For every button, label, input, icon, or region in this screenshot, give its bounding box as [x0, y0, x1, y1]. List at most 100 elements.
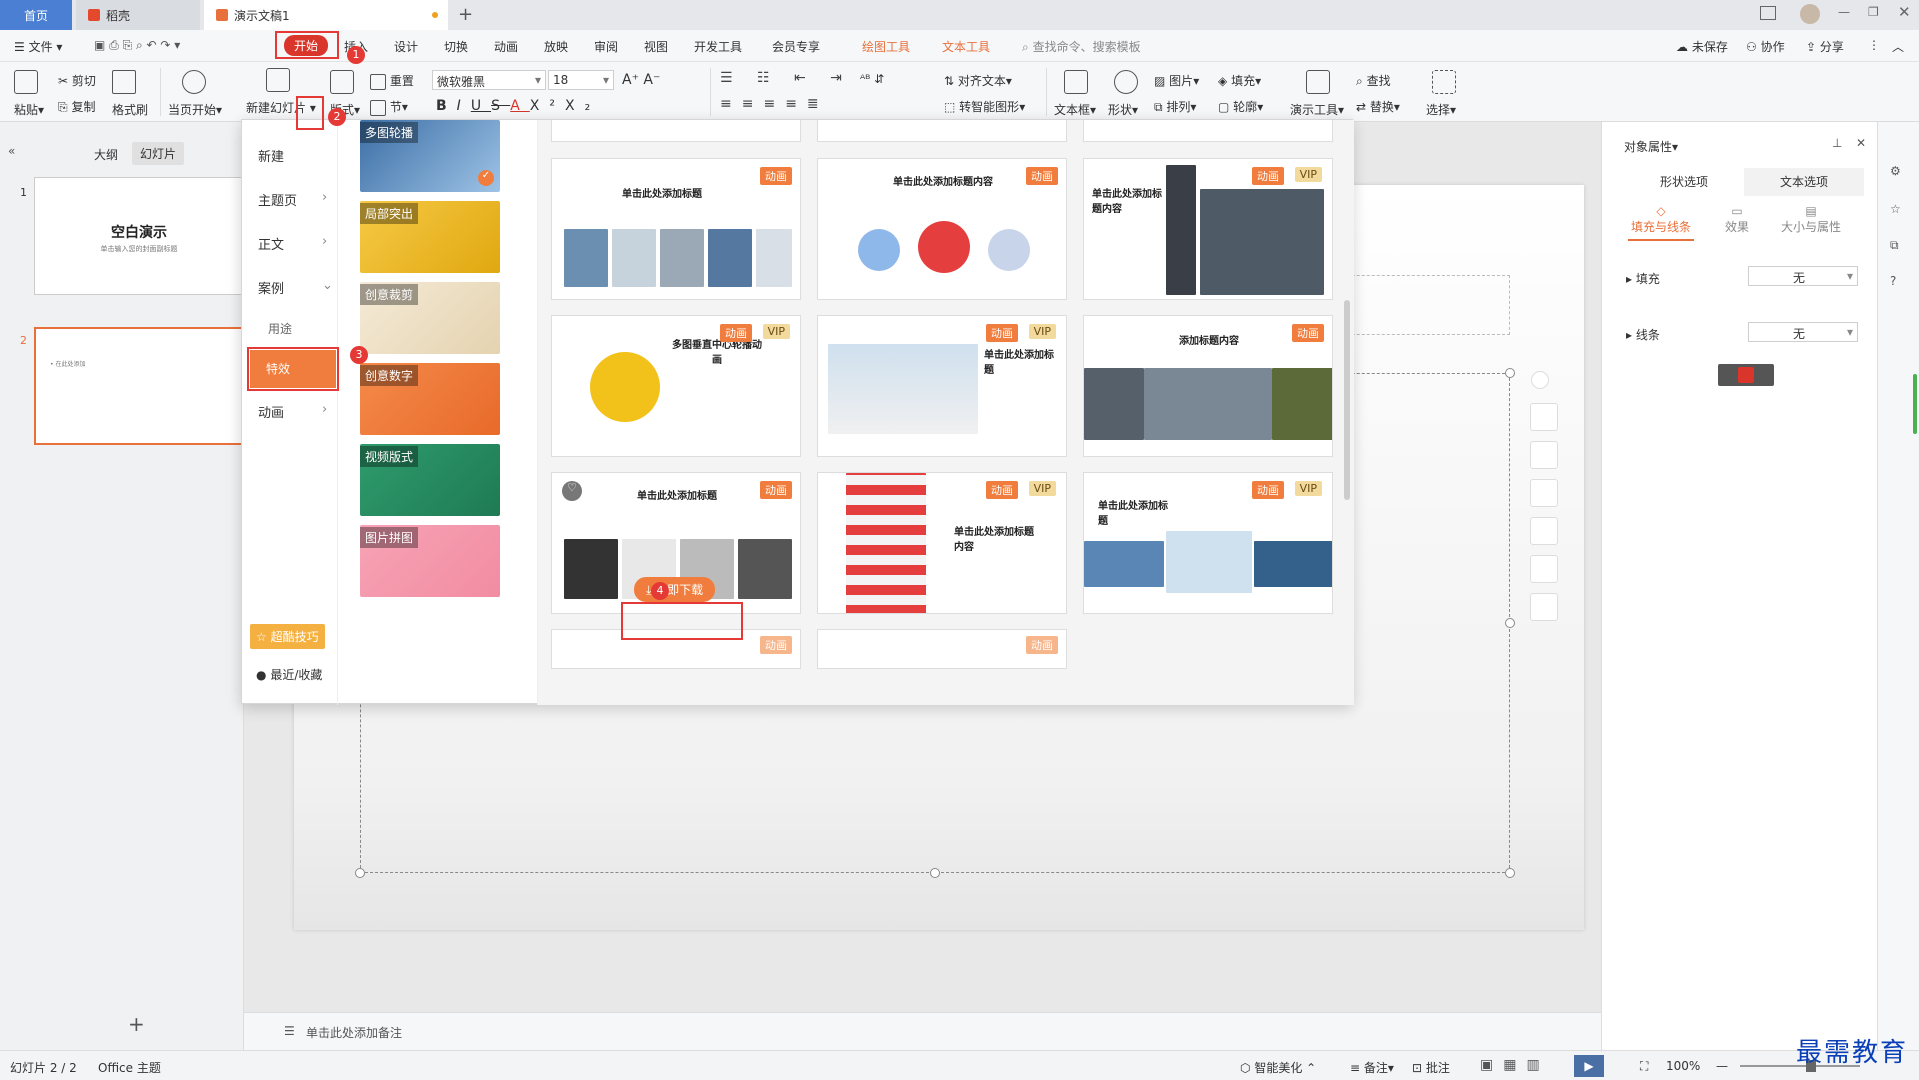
- resize-handle[interactable]: [1505, 868, 1515, 878]
- scrollbar[interactable]: [1913, 374, 1917, 434]
- menu-drawing-tools[interactable]: 绘图工具: [862, 38, 910, 55]
- menu-review[interactable]: 审阅: [594, 38, 618, 55]
- window-layout-icon[interactable]: [1760, 6, 1776, 20]
- tab-shape-options[interactable]: 形状选项: [1624, 168, 1744, 196]
- new-tab-icon[interactable]: +: [458, 4, 473, 25]
- menu-view[interactable]: 视图: [644, 38, 668, 55]
- find-button[interactable]: ⌕ 查找: [1356, 72, 1391, 89]
- wps-ime-icon[interactable]: [1718, 364, 1774, 386]
- nav-body[interactable]: 正文 ›: [258, 234, 327, 253]
- line-select[interactable]: 无 ▾: [1748, 322, 1858, 342]
- menu-text-tools[interactable]: 文本工具: [942, 38, 990, 55]
- category-multi-carousel[interactable]: 多图轮播 ✓: [360, 120, 500, 192]
- resize-handle[interactable]: [1505, 618, 1515, 628]
- download-button[interactable]: ⤓ 立即下载: [634, 577, 716, 602]
- resize-handle[interactable]: [355, 868, 365, 878]
- template-card-partial[interactable]: [817, 120, 1067, 142]
- share-button[interactable]: ⇪ 分享: [1806, 38, 1844, 55]
- fill-select[interactable]: 无 ▾: [1748, 266, 1858, 286]
- close-icon[interactable]: ✕: [1898, 3, 1911, 21]
- nav-new[interactable]: 新建: [258, 146, 284, 165]
- menu-member[interactable]: 会员专享: [772, 38, 820, 55]
- menu-file[interactable]: ☰ 文件 ▾: [14, 38, 62, 55]
- menu-slideshow[interactable]: 放映: [544, 38, 568, 55]
- template-card[interactable]: 单击此处添加标题 动画 VIP: [817, 315, 1067, 457]
- resize-handle[interactable]: [930, 868, 940, 878]
- frame-icon[interactable]: [1530, 517, 1558, 545]
- minus-icon[interactable]: [1531, 371, 1549, 389]
- nav-theme[interactable]: 主题页 ›: [258, 190, 327, 209]
- template-card[interactable]: 单击此处添加标题内容 动画 VIP: [817, 472, 1067, 614]
- grow-font-icon[interactable]: A⁺ A⁻: [622, 72, 660, 88]
- category-partial-highlight[interactable]: 局部突出: [360, 201, 500, 273]
- arrange-button[interactable]: ⧉ 排列▾: [1154, 98, 1196, 115]
- menu-animation[interactable]: 动画: [494, 38, 518, 55]
- font-style-buttons[interactable]: BIUSAX²X₂: [436, 98, 600, 114]
- copy-button[interactable]: ⎘ 复制: [58, 98, 95, 115]
- menu-transition[interactable]: 切换: [444, 38, 468, 55]
- font-size-select[interactable]: 18 ▾: [548, 70, 614, 90]
- avatar[interactable]: [1800, 4, 1820, 24]
- template-card-partial[interactable]: [1083, 120, 1333, 142]
- align-buttons[interactable]: ≡≡≡≡≣: [720, 96, 829, 112]
- minimize-icon[interactable]: —: [1838, 5, 1850, 19]
- resize-handle[interactable]: [1505, 368, 1515, 378]
- gallery-scrollbar[interactable]: [1344, 300, 1350, 500]
- subtab-size[interactable]: ▤ 大小与属性: [1768, 204, 1854, 235]
- template-card[interactable]: 单击此处添加标题 动画: [551, 158, 801, 300]
- font-select[interactable]: 微软雅黑 ▾: [432, 70, 546, 90]
- play-button[interactable]: ▶: [1574, 1055, 1604, 1077]
- maximize-icon[interactable]: ❐: [1868, 5, 1879, 19]
- section-button[interactable]: 节▾: [370, 98, 408, 116]
- line-section[interactable]: ▸ 线条: [1626, 326, 1660, 343]
- textbox-button[interactable]: 文本框▾: [1054, 70, 1096, 118]
- smartart-button[interactable]: ⬚ 转智能图形▾: [944, 98, 1025, 115]
- category-creative-crop[interactable]: 创意裁剪: [360, 282, 500, 354]
- reset-button[interactable]: 重置: [370, 72, 414, 90]
- nav-usage[interactable]: 用途: [268, 320, 292, 337]
- align-text-button[interactable]: ⇅ 对齐文本▾: [944, 72, 1012, 89]
- fit-icon[interactable]: ⛶: [1640, 1059, 1648, 1074]
- unsaved-button[interactable]: ☁ 未保存: [1676, 38, 1728, 55]
- beautify-button[interactable]: ⬡ 智能美化 ⌃: [1240, 1059, 1316, 1076]
- collapse-ribbon-icon[interactable]: ︿: [1892, 38, 1904, 55]
- template-card[interactable]: 多图垂直中心轮播动画 动画 VIP: [551, 315, 801, 457]
- quick-access-icons[interactable]: ▣ ⎙ ⎘ ⌕ ↶ ↷ ▾: [94, 38, 180, 53]
- eraser-icon[interactable]: [1530, 479, 1558, 507]
- collab-button[interactable]: ⚇ 协作: [1746, 38, 1785, 55]
- slide-thumb-2[interactable]: • 在此处添加: [34, 327, 244, 445]
- present-tools-button[interactable]: 演示工具▾: [1290, 70, 1344, 118]
- list-buttons[interactable]: ☰ ☷ ⇤ ⇥: [720, 70, 852, 86]
- template-card[interactable]: 单击此处添加标题 动画 VIP: [1083, 472, 1333, 614]
- tab-home[interactable]: 首页: [0, 0, 72, 30]
- text-direction-icon[interactable]: ᴬᴮ ⇵: [860, 72, 884, 86]
- replace-button[interactable]: ⇄ 替换▾: [1356, 98, 1400, 115]
- slide-thumb-1[interactable]: 空白演示 单击输入您的封面副标题: [34, 177, 244, 295]
- tab-text-options[interactable]: 文本选项: [1744, 168, 1864, 196]
- play-from-current-button[interactable]: 当页开始▾: [168, 70, 222, 118]
- nav-case[interactable]: 案例 ⌄: [258, 278, 333, 297]
- category-picture-puzzle[interactable]: 图片拼图: [360, 525, 500, 597]
- template-card-partial[interactable]: 动画: [817, 629, 1067, 669]
- help-icon[interactable]: ?: [1890, 274, 1896, 288]
- subtab-effect[interactable]: ▭ 效果: [1712, 204, 1762, 235]
- view-buttons[interactable]: ▣▦▥: [1480, 1057, 1550, 1073]
- notes-toggle[interactable]: ≡ 备注▾: [1350, 1059, 1394, 1076]
- bulb-icon[interactable]: [1530, 555, 1558, 583]
- pin-icon[interactable]: ⊥: [1832, 136, 1842, 150]
- nav-animation[interactable]: 动画 ›: [258, 402, 327, 421]
- fill-section[interactable]: ▸ 填充: [1626, 270, 1660, 287]
- tips-button[interactable]: ☆ 超酷技巧: [250, 624, 325, 649]
- fill-button[interactable]: ◈ 填充▾: [1218, 72, 1261, 89]
- template-card[interactable]: 添加标题内容 动画: [1083, 315, 1333, 457]
- category-creative-number[interactable]: 创意数字: [360, 363, 500, 435]
- close-icon[interactable]: ✕: [1856, 136, 1866, 150]
- recent-button[interactable]: ● 最近/收藏: [256, 666, 322, 683]
- category-video-layout[interactable]: 视频版式: [360, 444, 500, 516]
- add-slide-icon[interactable]: +: [128, 1012, 145, 1036]
- star-icon[interactable]: ☆: [1890, 202, 1901, 216]
- format-painter-button[interactable]: 格式刷: [112, 70, 148, 118]
- pen-icon[interactable]: [1530, 441, 1558, 469]
- cut-button[interactable]: ✂ 剪切: [58, 72, 96, 89]
- menu-design[interactable]: 设计: [394, 38, 418, 55]
